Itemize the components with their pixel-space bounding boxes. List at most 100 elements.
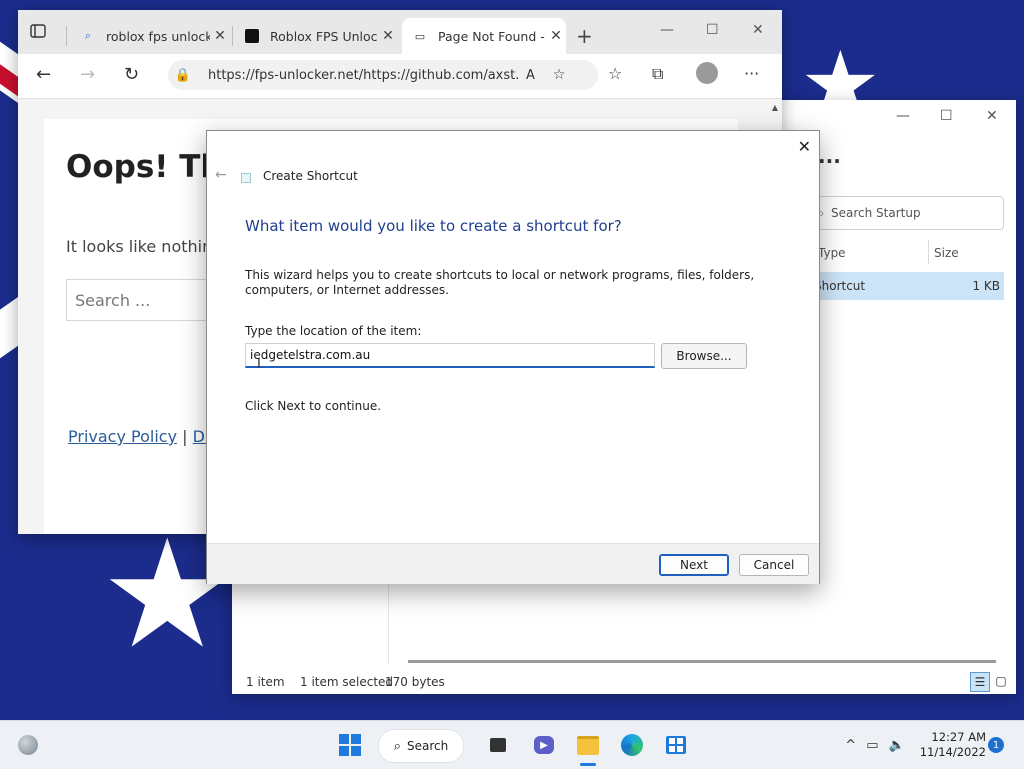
more-options-icon[interactable]: ··· [744,64,759,83]
file-row[interactable]: Shortcut 1 KB [814,272,1004,300]
back-arrow-icon[interactable]: ← [215,167,227,183]
browse-button[interactable]: Browse... [661,343,747,369]
location-label: Type the location of the item: [245,324,422,338]
maximize-icon[interactable]: ☐ [706,22,719,38]
store-button[interactable] [662,729,690,761]
clock[interactable]: 12:27 AM 11/14/2022 [918,729,986,761]
task-view-icon [490,738,506,752]
taskbar-search-label: Search [407,739,449,753]
add-favorite-icon[interactable]: ☆ [553,67,566,83]
scroll-up-icon[interactable]: ▲ [772,103,778,112]
tab-title: Page Not Found - F [438,28,546,44]
file-explorer-button[interactable] [574,729,602,761]
chat-icon: ▶ [534,736,554,754]
continue-instruction: Click Next to continue. [245,399,382,413]
close-tab-icon[interactable]: ✕ [546,28,566,44]
close-tab-icon[interactable]: ✕ [378,28,398,44]
file-size: 1 KB [972,279,1000,293]
text-cursor-icon: I [257,357,261,372]
chat-button[interactable]: ▶ [530,729,558,761]
close-icon[interactable]: ✕ [986,108,998,124]
explorer-column-headers: Type Size [818,240,1004,270]
browser-toolbar: ← → ↻ 🔒 https://fps-unlocker.net/https:/… [18,54,782,99]
dialog-description: This wizard helps you to create shortcut… [245,268,755,297]
weather-icon [18,735,38,755]
close-icon[interactable]: ✕ [798,137,811,156]
search-icon: ⌕ [393,738,402,754]
status-size: 170 bytes [385,675,445,689]
cancel-button[interactable]: Cancel [739,554,809,576]
shortcut-app-icon [241,173,251,183]
taskbar-search-button[interactable]: ⌕ Search [378,729,464,763]
tab-separator [66,26,67,46]
profile-avatar-icon[interactable] [696,62,718,89]
active-app-indicator [580,763,596,766]
task-view-button[interactable] [484,729,512,761]
page-body-text: It looks like nothing [66,237,223,256]
widgets-button[interactable] [14,729,42,761]
edge-icon [621,734,643,756]
page-footer-links: Privacy Policy | DM [68,427,219,446]
dialog-heading: What item would you like to create a sho… [245,217,622,235]
refresh-icon[interactable]: ↻ [124,64,139,85]
clock-time: 12:27 AM [931,730,986,744]
volume-icon[interactable]: 🔈 [889,738,905,753]
dialog-title: Create Shortcut [263,169,358,183]
tab-bar: ⌕ roblox fps unlocker ✕ Roblox FPS Unloc… [18,10,782,54]
address-bar[interactable]: 🔒 https://fps-unlocker.net/https://githu… [168,60,598,90]
tab-search[interactable]: ⌕ roblox fps unlocker ✕ [70,18,230,54]
file-type: Shortcut [814,279,866,293]
store-icon [666,736,686,754]
tab-title: roblox fps unlocker [106,28,210,44]
tab-separator [232,26,233,46]
forward-icon[interactable]: → [80,64,95,85]
column-header-size[interactable]: Size [934,246,959,260]
tab-title: Roblox FPS Unlocker [270,28,378,44]
tab-page-not-found[interactable]: ▭ Page Not Found - F ✕ [402,18,566,54]
minimize-icon[interactable]: — [896,108,910,124]
tab-actions-icon[interactable] [30,23,52,45]
minimize-icon[interactable]: — [660,22,674,38]
collections-icon[interactable]: ⧉ [652,64,663,84]
windows-logo-icon [339,734,361,756]
dialog-footer: Next Cancel [207,543,819,584]
tab-github[interactable]: Roblox FPS Unlocker ✕ [234,18,398,54]
privacy-policy-link[interactable]: Privacy Policy [68,427,177,446]
clock-date: 11/14/2022 [919,745,986,759]
close-tab-icon[interactable]: ✕ [210,28,230,44]
system-tray: ^ ▭ 🔈 [838,729,912,761]
explorer-title: ... [818,144,841,168]
explorer-status-bar: 1 item 1 item selected 170 bytes ☰ ▢ [232,672,1016,694]
search-icon: ⌕ [84,29,92,42]
column-header-type[interactable]: Type [818,246,846,260]
back-icon[interactable]: ← [36,64,51,85]
chevron-up-icon[interactable]: ^ [845,738,856,753]
new-tab-icon[interactable]: + [576,24,593,48]
explorer-search-placeholder: Search Startup [831,206,921,220]
lock-icon[interactable]: 🔒 [168,68,198,83]
start-button[interactable] [336,729,364,761]
page-icon: ▭ [414,29,426,43]
network-icon[interactable]: ▭ [866,738,878,753]
view-switcher: ☰ ▢ [970,672,1010,692]
folder-icon [577,735,599,755]
taskbar: ⌕ Search ▶ ^ ▭ 🔈 12:27 AM 11/14/2022 1 [0,720,1024,769]
column-separator [928,240,929,264]
status-selected: 1 item selected [300,675,394,689]
details-view-icon[interactable]: ☰ [970,672,990,692]
explorer-search-box[interactable]: ⌕ Search Startup [810,196,1004,230]
horizontal-scrollbar[interactable] [408,660,996,663]
next-button[interactable]: Next [659,554,729,576]
tiles-view-icon[interactable]: ▢ [992,672,1010,690]
location-input[interactable] [245,343,655,368]
status-item-count: 1 item [246,675,285,689]
page-search-placeholder: Search ... [75,290,151,310]
maximize-icon[interactable]: ☐ [940,108,953,124]
close-icon[interactable]: ✕ [752,22,764,38]
edge-button[interactable] [618,729,646,761]
read-aloud-icon[interactable]: A [526,68,535,83]
github-icon [244,28,260,44]
notification-badge[interactable]: 1 [988,737,1004,753]
favorites-icon[interactable]: ☆ [608,64,622,83]
address-url: https://fps-unlocker.net/https://github.… [208,67,518,83]
